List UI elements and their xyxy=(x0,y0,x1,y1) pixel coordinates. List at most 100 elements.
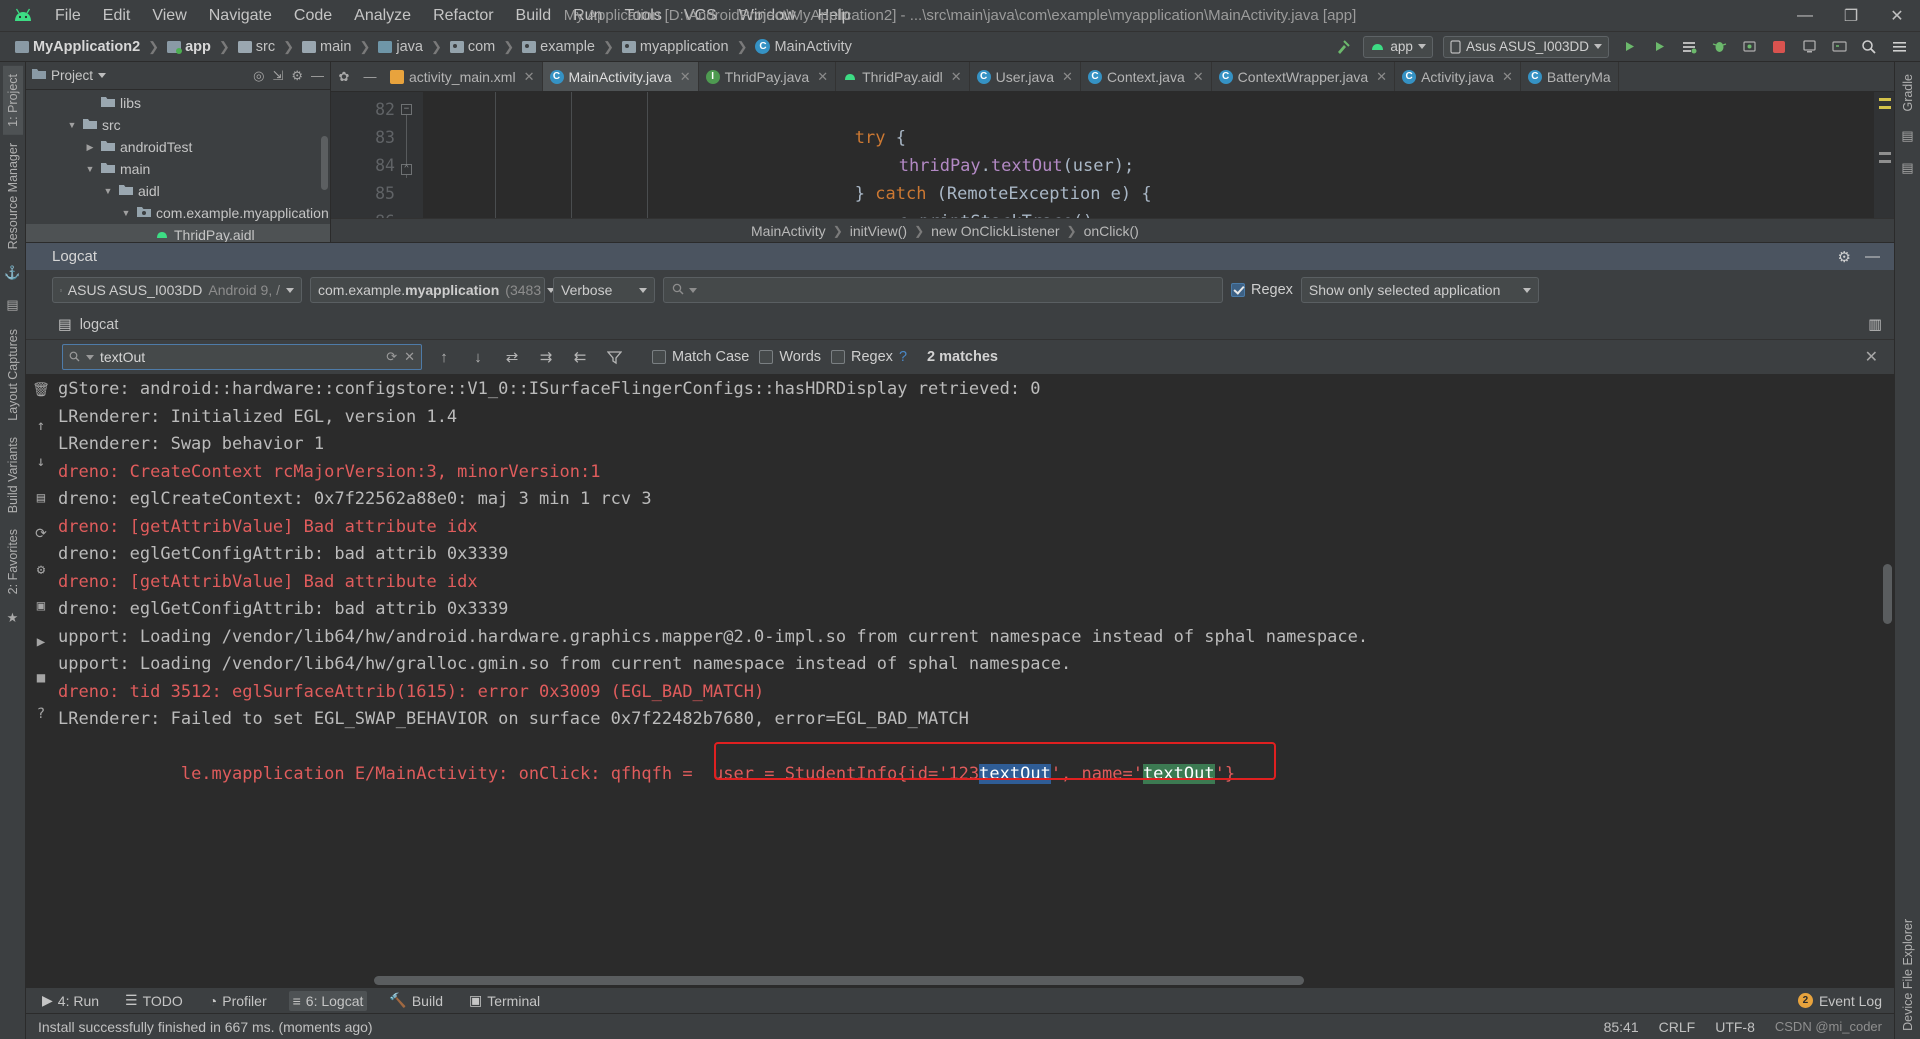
captures-icon[interactable]: ▤ xyxy=(3,295,23,315)
menu-edit[interactable]: Edit xyxy=(92,3,142,29)
tree-item-thridpay-aidl[interactable]: ThridPay.aidl xyxy=(26,224,330,242)
close-icon[interactable]: ✕ xyxy=(1376,69,1387,85)
breadcrumb-item-project[interactable]: MyApplication2 xyxy=(12,38,143,56)
event-log-button[interactable]: 2 Event Log xyxy=(1797,993,1882,1009)
screen-record-icon[interactable]: ▶ xyxy=(31,632,51,652)
breadcrumb-onclicklistener[interactable]: new OnClickListener xyxy=(931,223,1059,239)
rail-tab-device-file-explorer[interactable]: Device File Explorer xyxy=(1898,911,1918,1039)
tree-arrow-down-icon[interactable]: ▼ xyxy=(66,120,78,130)
scroll-down-icon[interactable]: ↓ xyxy=(31,452,51,472)
editor-settings-icon[interactable]: ✿ xyxy=(331,62,357,91)
rail-tab-layout-captures[interactable]: Layout Captures xyxy=(3,321,23,429)
rail-tab-project[interactable]: 1: Project xyxy=(2,66,23,135)
logcat-subtab-label[interactable]: logcat xyxy=(80,317,119,333)
fold-collapse-icon[interactable]: − xyxy=(401,104,412,115)
line-separator[interactable]: CRLF xyxy=(1659,1019,1696,1035)
menu-run[interactable]: Run xyxy=(562,3,613,29)
close-icon[interactable]: ✕ xyxy=(404,349,415,365)
close-icon[interactable]: ✕ xyxy=(680,69,691,85)
apply-changes-icon[interactable] xyxy=(1676,35,1702,59)
editor-marker-scrollbar[interactable] xyxy=(1874,92,1894,218)
editor-tab-user-java[interactable]: C User.java ✕ xyxy=(970,62,1081,91)
breadcrumb-item-src[interactable]: src xyxy=(235,38,278,56)
menu-window[interactable]: Window xyxy=(728,3,807,29)
breadcrumb-item-app[interactable]: app xyxy=(164,38,214,56)
project-tree-scrollbar[interactable] xyxy=(321,136,328,190)
words-checkbox[interactable]: Words xyxy=(759,349,821,365)
tree-item-main[interactable]: ▼ main xyxy=(26,158,330,180)
close-icon[interactable]: ✕ xyxy=(524,69,535,85)
close-icon[interactable]: ✕ xyxy=(1502,69,1513,85)
restart-icon[interactable]: ⟳ xyxy=(31,524,51,544)
stop-icon[interactable] xyxy=(1766,35,1792,59)
menu-vcs[interactable]: VCS xyxy=(673,3,728,29)
run-icon[interactable] xyxy=(1616,35,1642,59)
help-link[interactable]: ? xyxy=(899,349,907,365)
logcat-regex-checkbox[interactable]: Regex xyxy=(1231,282,1293,298)
print-icon[interactable]: ▤ xyxy=(31,488,51,508)
filter-icon[interactable] xyxy=(602,345,626,369)
rail-tab-favorites[interactable]: 2: Favorites xyxy=(3,521,23,602)
locate-icon[interactable]: ◎ xyxy=(253,68,264,84)
editor-tab-activity-java[interactable]: C Activity.java ✕ xyxy=(1395,62,1521,91)
menu-view[interactable]: View xyxy=(141,3,197,29)
tree-arrow-right-icon[interactable]: ▶ xyxy=(84,142,96,153)
select-all-occurrences-button[interactable]: ⇉ xyxy=(534,345,558,369)
bottom-tab-logcat[interactable]: ≡ 6: Logcat xyxy=(288,990,368,1011)
settings-gear-icon[interactable]: ⚙ xyxy=(291,68,303,84)
avd-manager-icon[interactable] xyxy=(1796,35,1822,59)
breadcrumb-onclick[interactable]: onClick() xyxy=(1084,223,1139,239)
bottom-tab-build[interactable]: 🔨 Build xyxy=(385,990,447,1011)
breadcrumb-initview[interactable]: initView() xyxy=(850,223,907,239)
editor-tab-thridpay-aidl[interactable]: ThridPay.aidl ✕ xyxy=(836,62,970,91)
logcat-vertical-scrollbar[interactable] xyxy=(1883,564,1892,624)
chevron-down-icon[interactable] xyxy=(689,287,697,293)
editor-tab-batterymanager[interactable]: C BatteryMa xyxy=(1521,62,1619,91)
logcat-search-input[interactable] xyxy=(663,277,1223,303)
layout-inspector-icon[interactable]: ■ xyxy=(31,668,51,688)
breadcrumb-mainactivity[interactable]: MainActivity xyxy=(751,223,826,239)
menu-build[interactable]: Build xyxy=(505,3,563,29)
close-button[interactable]: ✕ xyxy=(1874,0,1920,32)
breadcrumb-item-mainactivity[interactable]: C MainActivity xyxy=(752,38,854,56)
find-prev-button[interactable]: ↑ xyxy=(432,345,456,369)
logcat-filter-selector[interactable]: Show only selected application xyxy=(1300,277,1539,303)
minimize-button[interactable]: — xyxy=(1782,0,1828,32)
editor-hide-icon[interactable]: — xyxy=(357,62,383,91)
logcat-process-selector[interactable]: com.example.myapplication (3483 xyxy=(310,277,556,303)
history-icon[interactable]: ⟳ xyxy=(386,349,397,365)
minimize-icon[interactable]: — xyxy=(1865,248,1880,266)
tree-arrow-down-icon[interactable]: ▼ xyxy=(120,208,132,218)
tree-item-libs[interactable]: libs xyxy=(26,92,330,114)
tree-arrow-down-icon[interactable]: ▼ xyxy=(102,186,114,196)
breadcrumb-item-com[interactable]: com xyxy=(447,38,498,56)
logcat-horizontal-scrollbar[interactable] xyxy=(374,976,1304,985)
logcat-device-selector[interactable]: ASUS ASUS_I003DD Android 9, / xyxy=(52,277,302,303)
search-icon[interactable] xyxy=(1856,35,1882,59)
breadcrumb-item-main[interactable]: main xyxy=(299,38,354,56)
menu-refactor[interactable]: Refactor xyxy=(422,3,504,29)
rail-tab-gradle[interactable]: Gradle xyxy=(1898,66,1918,120)
layout-menu-icon[interactable] xyxy=(1886,35,1912,59)
editor-tab-mainactivity-java[interactable]: C MainActivity.java ✕ xyxy=(542,62,699,91)
device-selector[interactable]: Asus ASUS_I003DD xyxy=(1442,35,1609,58)
menu-file[interactable]: File xyxy=(44,3,92,29)
rail-tab-resource-manager[interactable]: Resource Manager xyxy=(3,135,23,257)
menu-navigate[interactable]: Navigate xyxy=(198,3,283,29)
star-icon[interactable]: ★ xyxy=(3,608,23,628)
bottom-tab-todo[interactable]: ☰ TODO xyxy=(121,990,187,1011)
caret-position[interactable]: 85:41 xyxy=(1604,1019,1639,1035)
scroll-up-icon[interactable]: ↑ xyxy=(31,416,51,436)
logcat-output[interactable]: 🗑 ↑ ↓ ▤ ⟳ ⚙ ▣ ▶ ■ ? gStore: android::har… xyxy=(26,374,1894,987)
menu-code[interactable]: Code xyxy=(283,3,343,29)
maximize-button[interactable]: ❐ xyxy=(1828,0,1874,32)
code-editor[interactable]: 82 83 84 85 86 − ⌃ xyxy=(331,92,1894,218)
menu-analyze[interactable]: Analyze xyxy=(343,3,422,29)
debug-icon[interactable] xyxy=(1706,35,1732,59)
file-encoding[interactable]: UTF-8 xyxy=(1715,1019,1755,1035)
settings-icon[interactable]: ⚙ xyxy=(31,560,51,580)
logcat-level-selector[interactable]: Verbose xyxy=(553,277,655,303)
fold-end-icon[interactable]: ⌃ xyxy=(401,164,412,175)
close-icon[interactable]: ✕ xyxy=(817,69,828,85)
find-bar-close-button[interactable]: ✕ xyxy=(1865,347,1894,367)
